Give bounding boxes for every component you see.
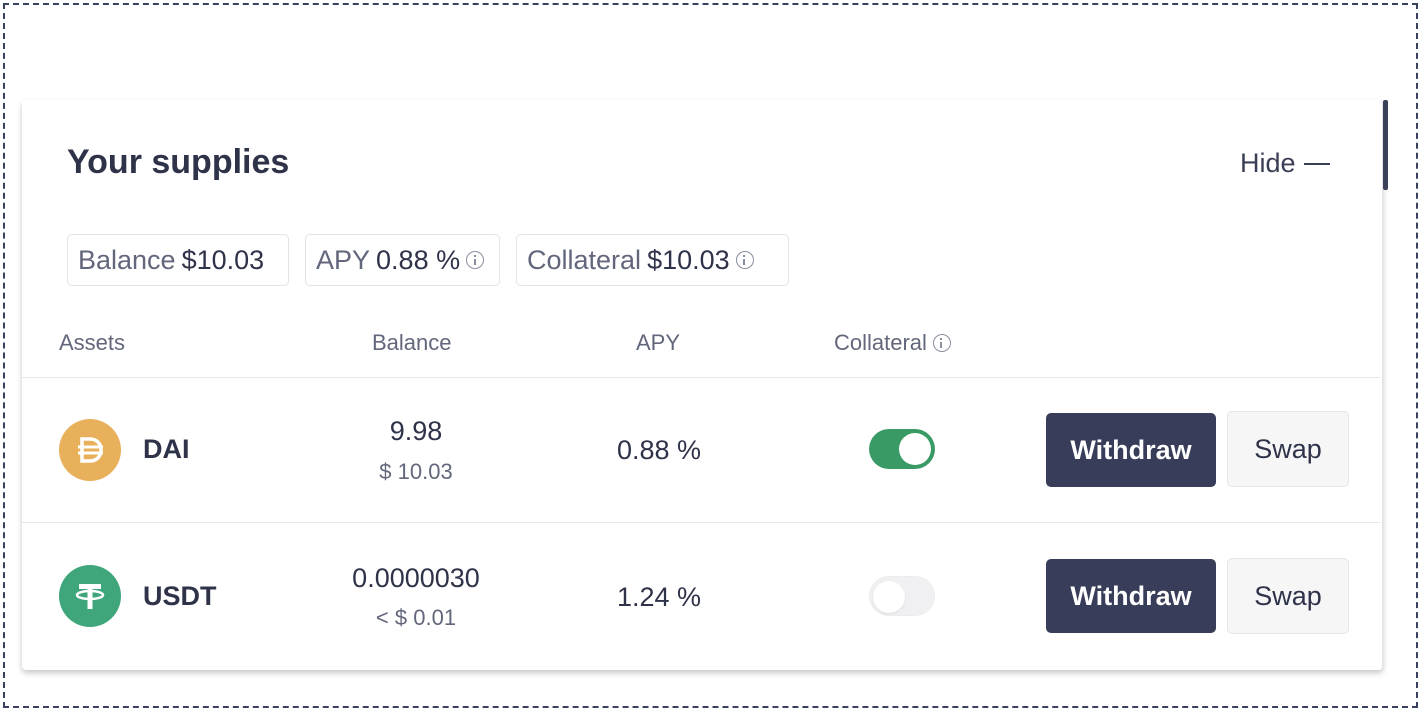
balance-summary-label: Balance <box>78 244 176 275</box>
asset-balance-usd: $ 10.03 <box>379 459 453 484</box>
apy-summary-pill: APY 0.88 % <box>305 234 500 286</box>
collateral-toggle[interactable] <box>869 429 935 469</box>
column-header-assets: Assets <box>59 330 125 356</box>
asset-balance: 9.98 <box>389 416 443 446</box>
divider <box>22 522 1380 523</box>
column-header-assets-label: Assets <box>59 330 126 355</box>
withdraw-button[interactable]: Withdraw <box>1046 413 1216 487</box>
divider <box>22 377 1380 378</box>
column-header-collateral-label: Collateral <box>834 330 927 355</box>
info-icon[interactable] <box>735 251 754 269</box>
collateral-toggle[interactable] <box>869 576 935 616</box>
info-icon[interactable] <box>466 251 485 269</box>
withdraw-button[interactable]: Withdraw <box>1046 559 1216 633</box>
swap-button[interactable]: Swap <box>1227 558 1349 634</box>
column-header-apy-label: APY <box>636 330 681 355</box>
asset-apy: 1.24 % <box>616 582 702 612</box>
column-header-apy: APY <box>636 330 680 356</box>
apy-summary-value: 0.88 % <box>376 244 461 275</box>
dai-icon <box>59 419 121 481</box>
asset-balance: 0.0000030 <box>352 563 480 593</box>
info-icon[interactable] <box>932 334 951 352</box>
swap-button[interactable]: Swap <box>1227 411 1349 487</box>
collateral-summary-pill: Collateral $10.03 <box>516 234 789 286</box>
asset-name: USDT <box>143 581 217 611</box>
column-header-balance-label: Balance <box>372 330 452 355</box>
minus-icon <box>1303 162 1330 165</box>
balance-summary-pill: Balance $10.03 <box>67 234 289 286</box>
scrollbar[interactable] <box>1383 100 1388 190</box>
hide-button[interactable]: Hide <box>1240 148 1330 179</box>
column-header-collateral: Collateral <box>834 330 951 356</box>
section-title: Your supplies <box>67 143 290 181</box>
toggle-knob <box>899 433 931 465</box>
asset-balance-usd: < $ 0.01 <box>375 605 457 630</box>
collateral-summary-label: Collateral <box>527 244 642 275</box>
usdt-icon <box>59 565 121 627</box>
hide-label: Hide <box>1240 148 1296 178</box>
asset-name: DAI <box>143 434 190 464</box>
toggle-knob <box>873 581 905 613</box>
collateral-summary-value: $10.03 <box>647 244 730 275</box>
apy-summary-label: APY <box>316 244 371 275</box>
column-header-balance: Balance <box>372 330 452 356</box>
balance-summary-value: $10.03 <box>181 244 265 275</box>
asset-apy: 0.88 % <box>616 435 702 465</box>
